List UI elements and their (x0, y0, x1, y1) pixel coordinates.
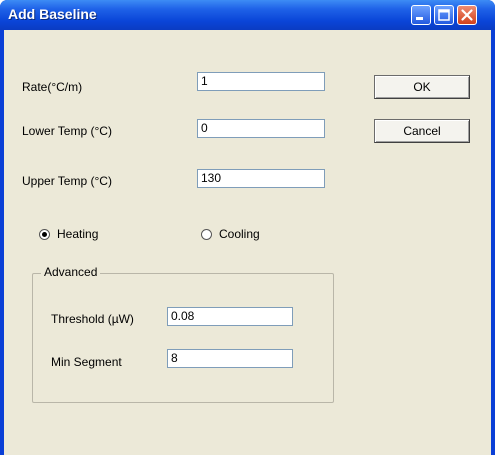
cooling-radio[interactable] (201, 229, 212, 240)
lower-temp-label: Lower Temp (°C) (22, 124, 112, 138)
heating-radio[interactable] (39, 229, 50, 240)
threshold-input[interactable]: 0.08 (167, 307, 293, 326)
rate-input[interactable]: 1 (197, 72, 325, 91)
radio-selected-dot (42, 232, 47, 237)
heating-label[interactable]: Heating (57, 227, 98, 241)
upper-temp-label: Upper Temp (°C) (22, 174, 112, 188)
ok-button[interactable]: OK (374, 75, 470, 99)
title-bar[interactable]: Add Baseline (0, 0, 495, 30)
maximize-icon (438, 9, 450, 21)
upper-temp-input[interactable]: 130 (197, 169, 325, 188)
lower-temp-input[interactable]: 0 (197, 119, 325, 138)
min-segment-label: Min Segment (51, 355, 122, 369)
window-title: Add Baseline (8, 6, 97, 22)
minimize-icon (416, 17, 423, 20)
maximize-button[interactable] (434, 5, 454, 25)
rate-label: Rate(°C/m) (22, 80, 83, 94)
dialog-body: Rate(°C/m) 1 Lower Temp (°C) 0 Upper Tem… (4, 30, 491, 455)
advanced-group: Advanced (32, 265, 334, 403)
cooling-label[interactable]: Cooling (219, 227, 260, 241)
advanced-group-title: Advanced (41, 265, 101, 279)
add-baseline-dialog: Add Baseline Rate(°C/m) 1 Lower Temp (°C… (0, 0, 495, 455)
min-segment-input[interactable]: 8 (167, 349, 293, 368)
cancel-button[interactable]: Cancel (374, 119, 470, 143)
minimize-button[interactable] (411, 5, 431, 25)
threshold-label: Threshold (µW) (51, 312, 134, 326)
close-icon (461, 9, 473, 21)
close-button[interactable] (457, 5, 477, 25)
